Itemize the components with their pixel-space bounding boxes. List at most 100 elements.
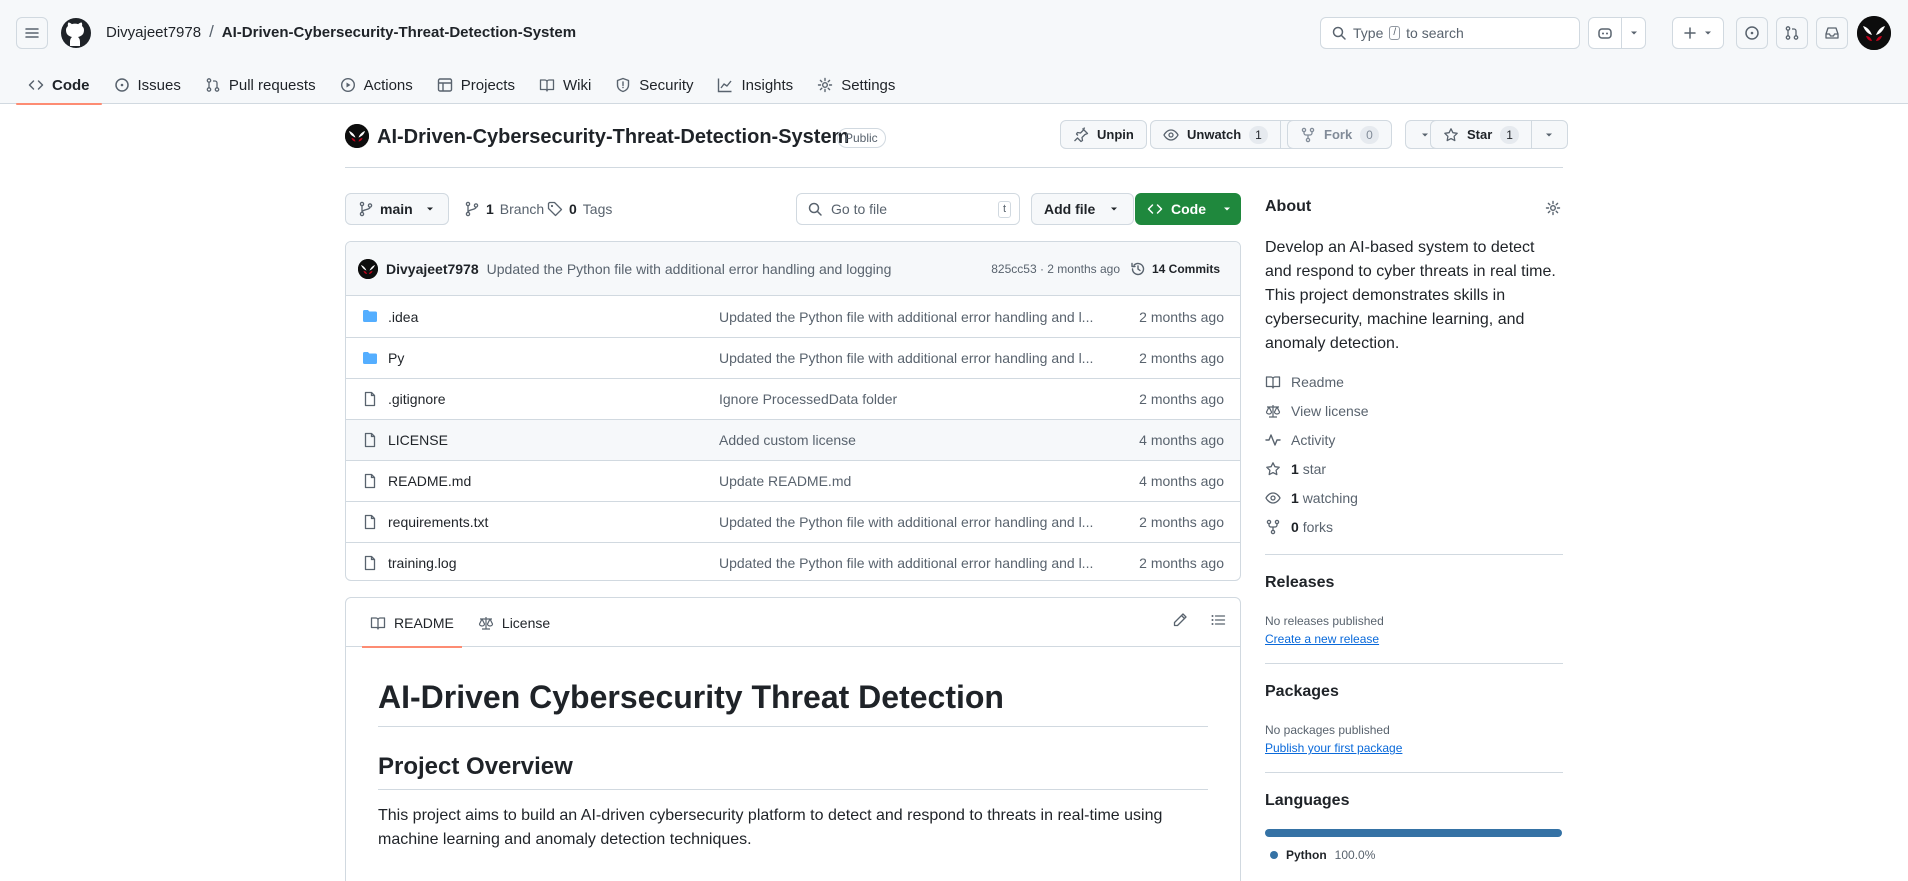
file-name[interactable]: training.log	[388, 555, 457, 571]
view-license-link[interactable]: View license	[1265, 403, 1369, 419]
watch-count: 1	[1249, 125, 1268, 144]
table-row[interactable]: requirements.txt Updated the Python file…	[346, 501, 1240, 542]
pencil-icon[interactable]	[1172, 612, 1188, 628]
code-button[interactable]: Code	[1135, 193, 1241, 225]
releases-title[interactable]: Releases	[1265, 574, 1334, 592]
app-header: Divyajeet7978 / AI-Driven-Cybersecurity-…	[0, 0, 1908, 105]
branches-link[interactable]: 1 Branch	[464, 193, 544, 225]
branch-selector[interactable]: main	[345, 193, 449, 225]
commit-meta[interactable]: 825cc53 · 2 months ago	[991, 262, 1120, 276]
star-list-dropdown[interactable]	[1530, 121, 1567, 148]
file-commit-message[interactable]: Ignore ProcessedData folder	[719, 391, 1101, 407]
pull-requests-shortcut-button[interactable]	[1776, 17, 1808, 49]
table-row[interactable]: LICENSE Added custom license 4 months ag…	[346, 419, 1240, 460]
unwatch-label: Unwatch	[1187, 127, 1242, 142]
create-release-link[interactable]: Create a new release	[1265, 632, 1379, 646]
commit-author-avatar[interactable]	[358, 258, 378, 279]
file-commit-message[interactable]: Update README.md	[719, 473, 1101, 489]
hamburger-menu-button[interactable]	[16, 17, 48, 49]
table-row[interactable]: training.log Updated the Python file wit…	[346, 542, 1240, 580]
file-name[interactable]: LICENSE	[388, 432, 448, 448]
unpin-button[interactable]: Unpin	[1060, 120, 1147, 149]
commits-history-link[interactable]: 14 Commits	[1130, 261, 1220, 277]
tab-license-label: License	[501, 614, 551, 631]
law-icon	[1265, 403, 1281, 419]
table-row[interactable]: Py Updated the Python file with addition…	[346, 337, 1240, 378]
file-browser: Divyajeet7978 Updated the Python file wi…	[345, 241, 1241, 581]
table-row[interactable]: .idea Updated the Python file with addit…	[346, 296, 1240, 337]
tab-wiki[interactable]: Wiki	[527, 66, 603, 104]
tab-readme[interactable]: README	[362, 598, 462, 648]
file-name[interactable]: .idea	[388, 309, 418, 325]
commit-author[interactable]: Divyajeet7978	[386, 261, 479, 277]
add-file-button[interactable]: Add file	[1031, 193, 1134, 225]
tab-projects[interactable]: Projects	[425, 66, 527, 104]
tab-license[interactable]: License	[470, 598, 558, 647]
tab-code[interactable]: Code	[16, 66, 102, 105]
tab-security[interactable]: Security	[603, 66, 705, 104]
file-icon	[362, 555, 378, 571]
breadcrumb-repo-link[interactable]: AI-Driven-Cybersecurity-Threat-Detection…	[222, 24, 576, 41]
eye-icon	[1163, 127, 1179, 143]
tab-actions[interactable]: Actions	[328, 66, 425, 104]
global-search-input[interactable]: Type / to search	[1320, 17, 1580, 49]
copilot-button[interactable]	[1589, 18, 1621, 48]
file-commit-message[interactable]: Added custom license	[719, 432, 1101, 448]
gear-icon[interactable]	[1545, 200, 1561, 216]
file-commit-age: 2 months ago	[1139, 350, 1224, 366]
breadcrumb-owner-link[interactable]: Divyajeet7978	[106, 24, 201, 41]
file-commit-message[interactable]: Updated the Python file with additional …	[719, 555, 1101, 571]
watchers-link[interactable]: 1 watching	[1265, 490, 1358, 506]
language-item[interactable]: Python 100.0%	[1270, 848, 1375, 862]
repo-title-bar: AI-Driven-Cybersecurity-Threat-Detection…	[345, 120, 1568, 168]
unwatch-button[interactable]: Unwatch 1	[1150, 120, 1307, 149]
file-name[interactable]: requirements.txt	[388, 514, 488, 530]
file-commit-message[interactable]: Updated the Python file with additional …	[719, 350, 1101, 366]
triangle-down-icon	[1629, 28, 1639, 38]
triangle-down-icon	[1703, 28, 1713, 38]
tags-link[interactable]: 0 Tags	[547, 193, 612, 225]
create-new-button[interactable]	[1672, 17, 1724, 49]
file-name[interactable]: README.md	[388, 473, 471, 489]
forks-label: forks	[1302, 519, 1334, 535]
tab-settings[interactable]: Settings	[805, 66, 907, 104]
fork-button[interactable]: Fork 0	[1287, 120, 1392, 149]
global-bar: Divyajeet7978 / AI-Driven-Cybersecurity-…	[0, 0, 1908, 66]
readme-link[interactable]: Readme	[1265, 374, 1344, 390]
repo-title[interactable]: AI-Driven-Cybersecurity-Threat-Detection…	[377, 126, 849, 149]
issues-shortcut-button[interactable]	[1736, 17, 1768, 49]
play-icon	[340, 77, 356, 93]
publish-package-link[interactable]: Publish your first package	[1265, 741, 1402, 755]
inbox-button[interactable]	[1816, 17, 1848, 49]
packages-title[interactable]: Packages	[1265, 683, 1339, 701]
file-name[interactable]: .gitignore	[388, 391, 446, 407]
star-button[interactable]: Star 1	[1430, 120, 1568, 149]
repo-owner-avatar[interactable]	[345, 124, 369, 148]
forks-link[interactable]: 0 forks	[1265, 519, 1333, 535]
tab-issues[interactable]: Issues	[102, 66, 193, 104]
tab-settings-label: Settings	[841, 76, 896, 94]
list-unordered-icon[interactable]	[1210, 612, 1226, 628]
file-name[interactable]: Py	[388, 350, 404, 366]
tab-insights[interactable]: Insights	[705, 66, 805, 104]
star-icon	[1443, 127, 1459, 143]
github-logo-icon[interactable]	[60, 17, 92, 49]
go-to-file-input[interactable]: Go to file t	[796, 193, 1020, 225]
stars-link[interactable]: 1 star	[1265, 461, 1326, 477]
table-row[interactable]: README.md Update README.md 4 months ago	[346, 460, 1240, 501]
table-row[interactable]: .gitignore Ignore ProcessedData folder 2…	[346, 378, 1240, 419]
commit-message[interactable]: Updated the Python file with additional …	[487, 261, 892, 277]
activity-link[interactable]: Activity	[1265, 432, 1335, 448]
triangle-down-icon	[1420, 130, 1430, 140]
tab-pull-requests[interactable]: Pull requests	[193, 66, 328, 104]
user-avatar[interactable]	[1857, 16, 1891, 50]
readme-heading-1: AI-Driven Cybersecurity Threat Detection	[378, 679, 1208, 727]
file-commit-message[interactable]: Updated the Python file with additional …	[719, 514, 1101, 530]
menu-icon	[24, 25, 40, 41]
code-icon	[1147, 201, 1163, 217]
copilot-dropdown-button[interactable]	[1621, 18, 1645, 48]
search-placeholder-prefix: Type	[1353, 25, 1384, 41]
language-name: Python	[1286, 848, 1327, 862]
folder-icon	[362, 308, 378, 324]
file-commit-message[interactable]: Updated the Python file with additional …	[719, 309, 1101, 325]
